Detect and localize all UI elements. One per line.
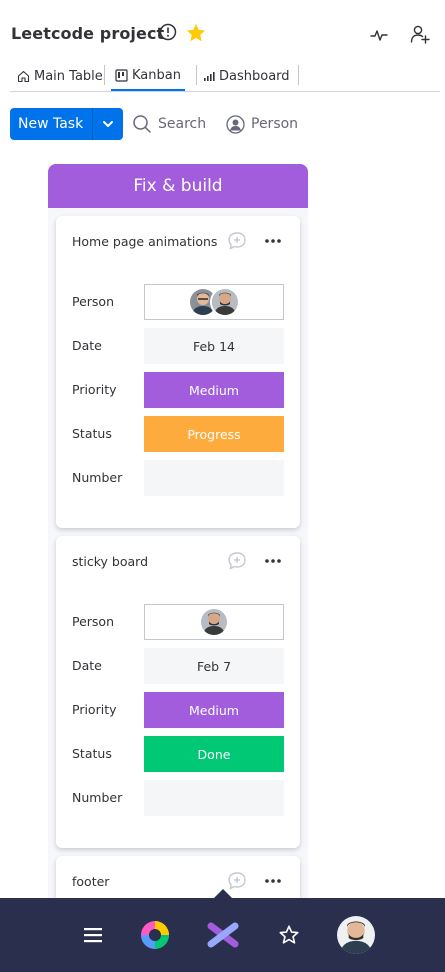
person-label: Person: [251, 116, 299, 132]
view-tabs: Main Table Kanban Dashboard: [10, 62, 440, 92]
menu-icon: [84, 928, 102, 943]
number-cell[interactable]: [144, 460, 284, 496]
kanban-card[interactable]: Home page animations Person Date Feb 14 …: [56, 216, 300, 528]
add-update-icon[interactable]: [227, 871, 247, 891]
chart-icon: [204, 72, 215, 81]
status-label: Status: [72, 746, 112, 761]
tab-label: Main Table: [34, 68, 103, 84]
person-label: Person: [72, 294, 115, 309]
add-update-icon[interactable]: [227, 551, 247, 571]
status-cell[interactable]: Progress: [144, 416, 284, 452]
info-icon[interactable]: [159, 23, 177, 41]
tab-label: Dashboard: [219, 68, 290, 84]
new-task-label: New Task: [18, 116, 84, 132]
date-cell[interactable]: Feb 7: [144, 648, 284, 684]
more-options-icon[interactable]: [264, 235, 282, 247]
person-label: Person: [72, 614, 115, 629]
number-label: Number: [72, 790, 123, 805]
card-title[interactable]: Home page animations: [72, 234, 217, 249]
status-cell[interactable]: Done: [144, 736, 284, 772]
tab-divider: [196, 65, 197, 85]
priority-label: Priority: [72, 702, 117, 717]
date-cell[interactable]: Feb 14: [144, 328, 284, 364]
card-title[interactable]: footer: [72, 874, 109, 889]
date-label: Date: [72, 338, 102, 353]
priority-cell[interactable]: Medium: [144, 372, 284, 408]
kanban-column: Fix & build Home page animations Person: [48, 164, 308, 916]
tab-main-table[interactable]: Main Table: [17, 62, 103, 90]
search-icon: [133, 115, 151, 133]
person-icon: [226, 114, 245, 134]
number-label: Number: [72, 470, 123, 485]
avatar: [199, 607, 229, 637]
tab-divider: [104, 65, 105, 85]
person-cell[interactable]: [144, 284, 284, 320]
bottom-navigation: [0, 889, 445, 972]
profile-button[interactable]: [336, 898, 376, 972]
card-title[interactable]: sticky board: [72, 554, 148, 569]
add-update-icon[interactable]: [227, 231, 247, 251]
chevron-down-icon: [103, 121, 113, 127]
date-label: Date: [72, 658, 102, 673]
apps-icon: [141, 921, 169, 949]
number-cell[interactable]: [144, 780, 284, 816]
avatar: [210, 287, 240, 317]
tab-dashboard[interactable]: Dashboard: [203, 62, 290, 90]
menu-button[interactable]: [80, 898, 106, 972]
tab-label: Kanban: [132, 68, 181, 83]
column-title: Fix & build: [48, 164, 308, 208]
status-label: Status: [72, 426, 112, 441]
activity-icon[interactable]: [370, 26, 388, 44]
more-options-icon[interactable]: [264, 875, 282, 887]
home-icon: [17, 70, 30, 82]
board-header: Leetcode project: [0, 0, 445, 64]
new-task-button[interactable]: New Task: [10, 108, 123, 140]
more-options-icon[interactable]: [264, 555, 282, 567]
search-label: Search: [158, 116, 207, 132]
invite-member-icon[interactable]: [410, 24, 430, 44]
my-work-button[interactable]: [206, 898, 240, 972]
monday-logo-icon: [207, 922, 239, 948]
tab-divider: [298, 65, 299, 85]
kanban-icon: [115, 69, 128, 82]
person-filter-button[interactable]: Person: [226, 112, 298, 136]
kanban-card[interactable]: sticky board Person Date Feb 7 Priority …: [56, 536, 300, 848]
search-button[interactable]: Search: [132, 112, 206, 136]
person-cell[interactable]: [144, 604, 284, 640]
profile-avatar: [337, 916, 375, 954]
star-icon[interactable]: [185, 22, 207, 44]
priority-label: Priority: [72, 382, 117, 397]
board-title: Leetcode project: [11, 24, 165, 43]
favorites-star-icon: [279, 925, 299, 944]
tab-kanban[interactable]: Kanban: [111, 62, 185, 91]
priority-cell[interactable]: Medium: [144, 692, 284, 728]
favorites-button[interactable]: [276, 898, 302, 972]
new-task-dropdown[interactable]: [93, 118, 123, 130]
apps-button[interactable]: [138, 898, 172, 972]
